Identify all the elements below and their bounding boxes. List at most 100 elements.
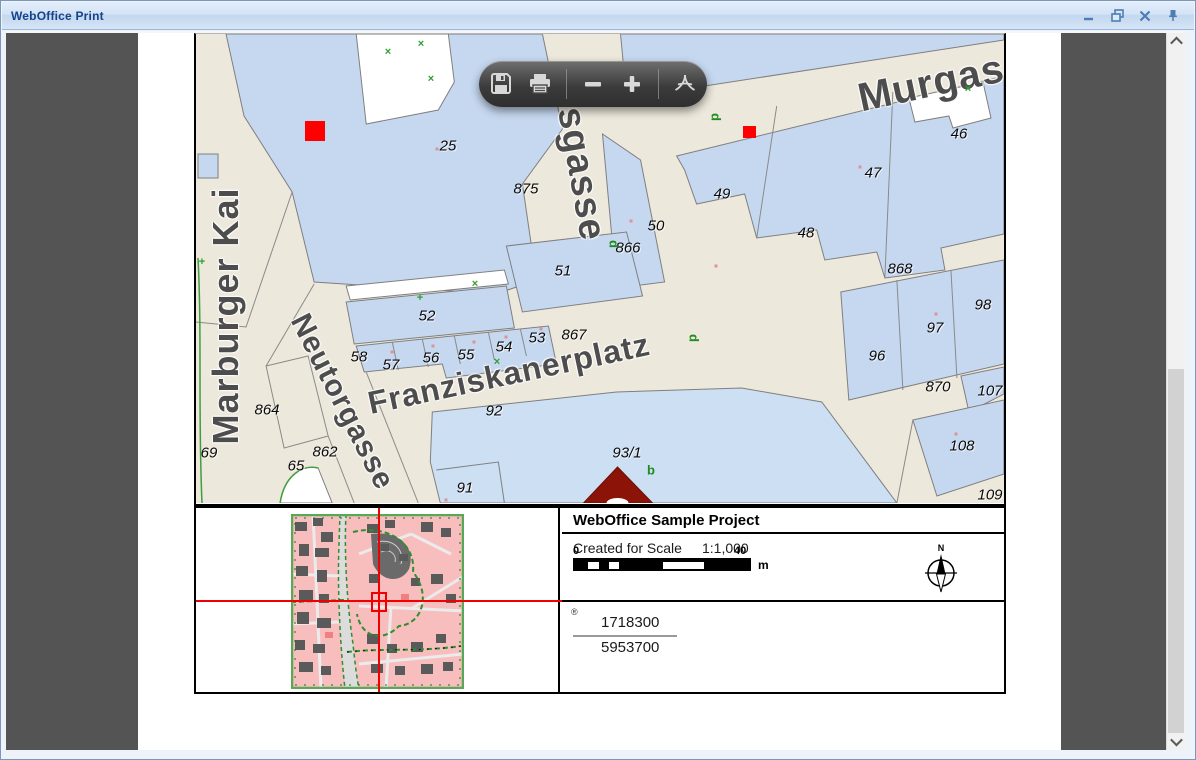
parcel-label: 97 — [927, 320, 944, 337]
map-info-cell: WebOffice Sample Project Created for Sca… — [562, 508, 1004, 692]
parcel-label: 109 — [977, 487, 1002, 504]
parcel-label: 58 — [351, 349, 368, 366]
parcel-label: 57 — [383, 357, 400, 374]
parcel-label: 51 — [555, 263, 572, 280]
point-symbol — [436, 148, 439, 151]
parcel-label: 867 — [561, 327, 586, 344]
north-label: N — [938, 543, 945, 553]
street-label: sgasse — [548, 104, 614, 244]
window-titlebar[interactable]: WebOffice Print — [2, 2, 1194, 30]
parcel-label: 65 — [288, 458, 305, 475]
scalebar-unit: m — [758, 558, 769, 572]
parcel-label: 52 — [419, 308, 436, 325]
vertical-scrollbar[interactable] — [1166, 33, 1185, 750]
scalebar-end-label: 40 — [734, 545, 746, 557]
pin-icon[interactable] — [1166, 9, 1180, 23]
toolbar-divider — [566, 69, 567, 99]
close-icon[interactable] — [1138, 9, 1152, 23]
parcel-label: 870 — [925, 379, 950, 396]
parcel-label: 54 — [496, 339, 513, 356]
scroll-up-button[interactable] — [1167, 33, 1185, 50]
parcel-label: 25 — [440, 138, 457, 155]
parcel-label: 48 — [798, 225, 815, 242]
survey-mark-icon: × — [472, 279, 478, 289]
street-label: Murgasse — [854, 37, 1004, 122]
scale-caption: Created for Scale — [573, 540, 682, 556]
parcel-label: 56 — [423, 350, 440, 367]
point-symbol — [540, 328, 543, 331]
scroll-down-button[interactable] — [1167, 733, 1185, 750]
poi-letter-label: p — [605, 240, 620, 248]
point-symbol — [955, 433, 958, 436]
project-title: WebOffice Sample Project — [562, 508, 1004, 534]
adobe-pdf-icon[interactable] — [672, 71, 698, 97]
parcel-label: 98 — [975, 297, 992, 314]
point-symbol — [391, 351, 394, 354]
survey-mark-icon: × — [418, 39, 424, 49]
point-symbol — [505, 336, 508, 339]
minus-icon[interactable] — [580, 71, 606, 97]
minimize-icon[interactable] — [1082, 9, 1096, 23]
parcel-label: 50 — [648, 218, 665, 235]
plus-icon[interactable] — [619, 71, 645, 97]
printer-icon[interactable] — [527, 71, 553, 97]
parcel-label: 108 — [949, 438, 974, 455]
parcel-label: 875 — [513, 181, 538, 198]
redlining-square-marker — [305, 121, 325, 141]
poi-letter-label: p — [707, 113, 722, 121]
scrollbar-thumb[interactable] — [1168, 369, 1184, 749]
scalebar-start-label: 0 — [573, 545, 579, 557]
parcel-label: 47 — [865, 165, 882, 182]
parcel-label: 93/1 — [612, 445, 641, 462]
coordinate-x: 1718300 — [601, 614, 659, 631]
parcel-label: 69 — [201, 445, 218, 462]
street-label: Marburger Kai — [205, 187, 247, 444]
parcel-label: 107 — [977, 383, 1002, 400]
chevron-down-icon — [1170, 734, 1183, 747]
layout-footer: WebOffice Sample Project Created for Sca… — [194, 506, 1006, 694]
poi-letter-label: p — [685, 334, 700, 342]
coordinate-marker: ® — [571, 607, 578, 617]
parcel-label: 96 — [869, 348, 886, 365]
coordinate-y: 5953700 — [601, 639, 659, 656]
point-symbol — [630, 220, 633, 223]
weboffice-print-window: WebOffice Print — [0, 0, 1196, 760]
survey-mark-icon: × — [965, 84, 971, 94]
coordinates-row: ® 1718300 5953700 — [562, 602, 1004, 692]
point-symbol — [432, 345, 435, 348]
restore-icon[interactable] — [1110, 9, 1124, 23]
survey-mark-icon: + — [199, 257, 205, 267]
print-page: MurgassesgasseMarburger KaiNeutorgasseFr… — [138, 33, 1061, 750]
print-preview-area: MurgassesgasseMarburger KaiNeutorgasseFr… — [6, 31, 1185, 750]
survey-mark-icon: × — [385, 47, 391, 57]
window-title: WebOffice Print — [2, 9, 104, 23]
survey-mark-icon: × — [494, 357, 500, 367]
print-preview-toolbar[interactable] — [479, 61, 707, 107]
floppy-icon[interactable] — [488, 71, 514, 97]
parcel-label: 92 — [486, 403, 503, 420]
parcel-label: 864 — [254, 402, 279, 419]
parcel-label: 91 — [457, 480, 474, 497]
parcel-label: 55 — [458, 347, 475, 364]
point-symbol — [715, 265, 718, 268]
point-symbol — [935, 313, 938, 316]
north-arrow: N — [924, 542, 958, 596]
redlining-square-marker — [743, 126, 756, 138]
point-symbol — [473, 341, 476, 344]
toolbar-divider — [658, 69, 659, 99]
parcel-label: 868 — [887, 261, 912, 278]
scalebar — [573, 558, 751, 571]
parcel-label: 53 — [529, 330, 546, 347]
point-symbol — [859, 166, 862, 169]
point-symbol — [445, 499, 448, 502]
coordinate-divider — [573, 635, 677, 637]
poi-letter-label: b — [647, 463, 655, 478]
survey-mark-icon: × — [428, 74, 434, 84]
chevron-up-icon — [1170, 37, 1183, 50]
overview-map-cell — [196, 508, 560, 692]
survey-mark-icon: + — [417, 293, 423, 303]
map-extent-indicator — [371, 592, 387, 612]
window-controls — [1082, 9, 1194, 23]
parcel-label: 46 — [951, 126, 968, 143]
parcel-label: 49 — [714, 186, 731, 203]
